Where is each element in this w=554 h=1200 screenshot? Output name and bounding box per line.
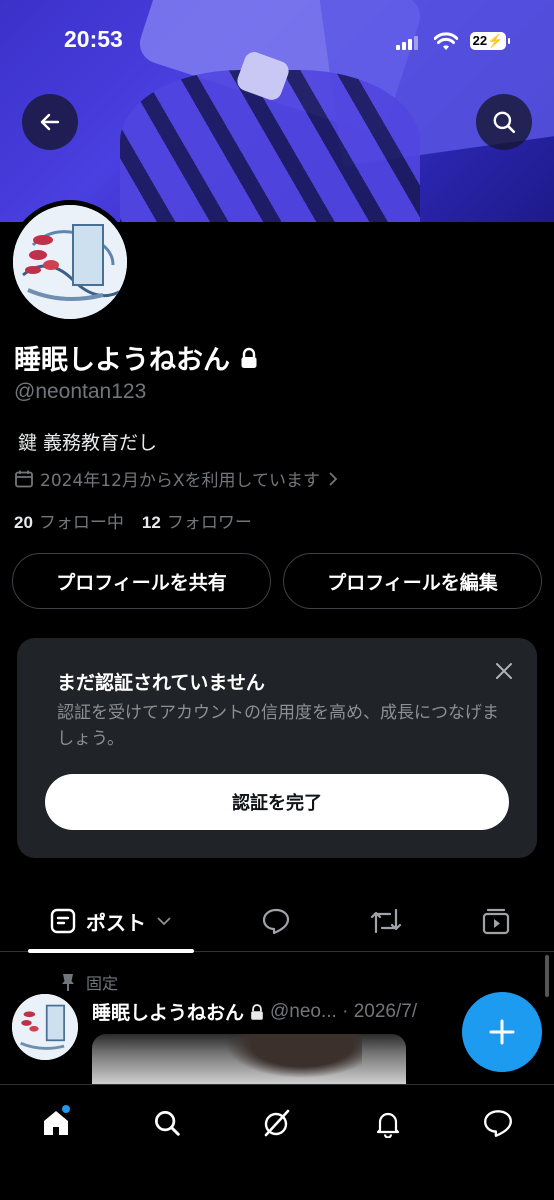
pin-icon xyxy=(62,974,74,991)
scrollbar[interactable] xyxy=(545,955,549,997)
post-author-name[interactable]: 睡眠しようねおん xyxy=(92,998,244,1025)
search-button[interactable] xyxy=(476,94,532,150)
tab-reposts[interactable] xyxy=(356,890,416,952)
display-name: 睡眠しようねおん xyxy=(14,338,258,377)
follow-stats: 20 フォロー中 12 フォロワー xyxy=(14,508,252,533)
compose-button[interactable] xyxy=(462,992,542,1072)
avatar-illustration xyxy=(13,205,127,319)
bell-icon xyxy=(376,1112,400,1138)
posts-icon xyxy=(50,908,76,934)
video-icon xyxy=(482,908,510,935)
lock-icon xyxy=(251,1003,263,1020)
post-meta: @neo... · 2026/7/ xyxy=(270,1000,418,1022)
chat-bubble-icon xyxy=(484,1110,512,1137)
status-bar: 20:53 22⚡ xyxy=(0,0,554,80)
avatar xyxy=(12,994,78,1060)
display-name-text: 睡眠しようねおん xyxy=(14,345,230,376)
status-time: 20:53 xyxy=(64,26,123,52)
grok-icon xyxy=(264,1109,290,1137)
cellular-signal-icon xyxy=(396,36,418,50)
pinned-indicator: 固定 xyxy=(60,970,118,994)
notification-dot xyxy=(62,1105,70,1113)
post-author-avatar[interactable] xyxy=(12,994,78,1060)
close-icon[interactable] xyxy=(491,658,517,684)
back-button[interactable] xyxy=(22,94,78,150)
tab-media[interactable] xyxy=(466,890,526,952)
profile-tabs: ポスト xyxy=(0,890,554,953)
join-date[interactable]: 2024年12月からXを利用しています xyxy=(14,466,340,491)
battery-indicator: 22⚡ xyxy=(470,32,510,50)
tab-replies[interactable] xyxy=(246,890,306,952)
profile-handle: @neontan123 xyxy=(14,380,147,403)
reply-bubble-icon xyxy=(262,908,290,935)
plus-icon xyxy=(489,1019,515,1045)
search-icon xyxy=(155,1111,180,1136)
arrow-left-icon xyxy=(40,113,60,131)
nav-messages[interactable] xyxy=(476,1101,520,1145)
edit-profile-button[interactable]: プロフィールを編集 xyxy=(283,553,542,609)
post-media-image[interactable] xyxy=(92,1034,406,1084)
complete-verification-button[interactable]: 認証を完了 xyxy=(45,774,509,830)
nav-notifications[interactable] xyxy=(366,1101,410,1145)
tab-posts[interactable]: ポスト xyxy=(28,890,194,953)
chevron-down-icon xyxy=(157,917,171,926)
share-profile-button[interactable]: プロフィールを共有 xyxy=(12,553,271,609)
profile-bio: 鍵 義務教育だし xyxy=(18,432,158,454)
wifi-icon xyxy=(434,32,458,50)
join-date-text: 2024年12月からXを利用しています xyxy=(40,471,321,491)
nav-home[interactable] xyxy=(34,1101,78,1145)
repost-icon xyxy=(370,908,402,934)
avatar-illustration xyxy=(12,994,78,1060)
verification-card: まだ認証されていません 認証を受けてアカウントの信用度を高め、成長につなげましょ… xyxy=(17,638,537,858)
tab-posts-label: ポスト xyxy=(86,910,146,935)
pinned-label: 固定 xyxy=(86,974,119,993)
followers-link[interactable]: 12 フォロワー xyxy=(142,508,252,533)
calendar-icon xyxy=(15,470,33,487)
lock-icon xyxy=(241,347,257,368)
profile-avatar[interactable] xyxy=(8,200,132,324)
verification-description: 認証を受けてアカウントの信用度を高め、成長につなげましょう。 xyxy=(57,703,499,749)
avatar xyxy=(13,205,127,319)
verification-title: まだ認証されていません xyxy=(57,672,265,694)
search-icon xyxy=(493,111,516,134)
nav-search[interactable] xyxy=(145,1101,189,1145)
following-link[interactable]: 20 フォロー中 xyxy=(14,508,124,533)
bottom-navigation xyxy=(0,1084,554,1200)
chevron-right-icon xyxy=(329,471,338,486)
nav-grok[interactable] xyxy=(255,1101,299,1145)
